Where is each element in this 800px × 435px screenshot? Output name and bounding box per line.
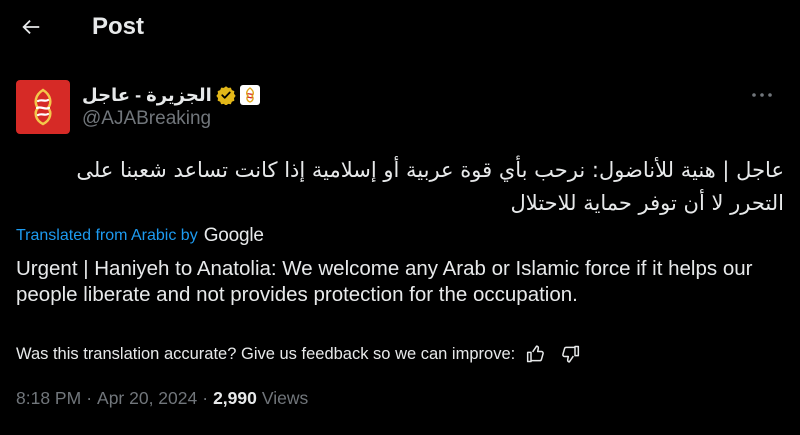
arrow-left-icon (22, 19, 40, 35)
page-title: Post (92, 13, 145, 40)
tweet-meta: 8:18 PM · Apr 20, 2024 · 2,990 Views (16, 386, 308, 410)
meta-separator: · (202, 387, 209, 408)
translated-text: Urgent | Haniyeh to Anatolia: We welcome… (16, 257, 753, 306)
feedback-prompt: Was this translation accurate? Give us f… (16, 344, 516, 363)
tweet-date[interactable]: Apr 20, 2024 (97, 388, 197, 409)
author-handle[interactable]: @AJABreaking (82, 108, 211, 130)
translated-from-label: Translated from Arabic by (16, 227, 198, 244)
top-bar: Post (0, 0, 800, 56)
tweet-text: عاجل | هنية للأناضول: نرحب بأي قوة عربية… (76, 158, 784, 215)
avatar[interactable] (16, 80, 70, 134)
author-display-name[interactable]: الجزيرة - عاجل (82, 85, 212, 106)
tweet-time[interactable]: 8:18 PM (16, 388, 81, 409)
views-count: 2,990 (213, 387, 257, 408)
translation-attribution[interactable]: Translated from Arabic by Google (16, 224, 264, 248)
thumbs-down-button[interactable] (557, 342, 583, 366)
thumbs-up-icon (527, 345, 545, 363)
more-options-button[interactable] (748, 84, 776, 106)
author-name-row: الجزيرة - عاجل (82, 83, 260, 107)
more-horizontal-icon (752, 93, 772, 97)
al-jazeera-logo-icon (34, 88, 52, 126)
affiliation-badge-icon[interactable] (239, 85, 260, 105)
back-button[interactable] (14, 10, 48, 44)
google-logo-text: Google (203, 225, 264, 246)
thumbs-up-button[interactable] (523, 342, 549, 366)
verified-badge-icon[interactable] (216, 85, 236, 105)
views-label: Views (261, 387, 309, 408)
meta-separator: · (86, 387, 93, 408)
thumbs-down-icon (562, 345, 580, 363)
translation-feedback: Was this translation accurate? Give us f… (16, 342, 583, 366)
